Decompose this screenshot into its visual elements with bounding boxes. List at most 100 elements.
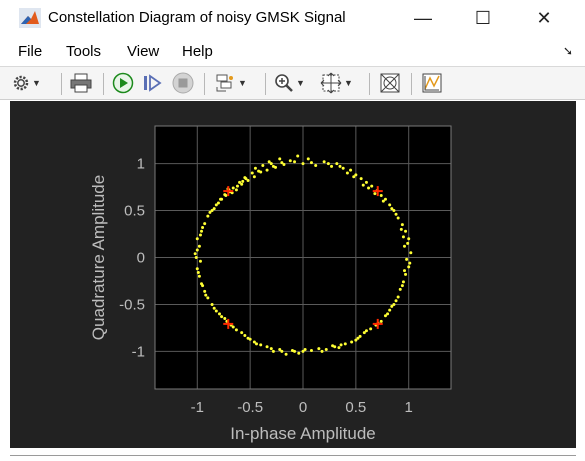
received-point xyxy=(358,334,362,338)
received-point xyxy=(196,271,200,275)
toolbar-separator xyxy=(103,73,104,95)
dropdown-arrow-icon: ▼ xyxy=(344,78,353,88)
received-point xyxy=(361,183,365,187)
measurements-button[interactable] xyxy=(379,72,401,94)
triggers-button[interactable] xyxy=(421,72,443,94)
received-point xyxy=(394,299,398,303)
received-point xyxy=(254,342,258,346)
received-point xyxy=(398,287,402,291)
received-point xyxy=(407,265,411,269)
received-point xyxy=(324,348,328,352)
received-point xyxy=(326,162,330,166)
scale-axes-button[interactable]: ▼ xyxy=(320,72,353,94)
received-point xyxy=(220,315,224,319)
received-point xyxy=(195,248,199,252)
received-point xyxy=(248,337,252,341)
received-point xyxy=(223,317,227,321)
received-point xyxy=(408,261,412,265)
dropdown-arrow-icon: ▼ xyxy=(32,78,41,88)
constellation-plot[interactable]: -1 -0.5 0 0.5 1 1 0.5 0 -0.5 -1 In-phase Amplitud… xyxy=(10,101,576,448)
received-point xyxy=(195,237,199,241)
received-point xyxy=(253,166,257,170)
received-point xyxy=(212,306,216,310)
print-button[interactable] xyxy=(70,72,92,94)
received-point xyxy=(407,237,411,241)
menu-view[interactable]: View xyxy=(127,43,159,60)
triggers-icon xyxy=(422,73,442,93)
maximize-button[interactable]: ☐ xyxy=(460,0,506,36)
received-point xyxy=(309,348,313,352)
received-point xyxy=(402,269,406,273)
received-point xyxy=(241,179,245,183)
received-point xyxy=(240,182,244,186)
received-point xyxy=(195,267,199,271)
received-point xyxy=(212,207,216,211)
matlab-app-icon xyxy=(19,8,41,28)
received-point xyxy=(265,345,269,349)
received-point xyxy=(399,227,403,231)
settings-button[interactable]: ▼ xyxy=(12,72,41,94)
received-point xyxy=(201,225,205,229)
received-point xyxy=(206,296,210,300)
zoom-in-button[interactable]: ▼ xyxy=(274,72,305,94)
menu-help[interactable]: Help xyxy=(182,43,213,60)
stop-icon xyxy=(172,72,194,94)
received-point xyxy=(314,163,318,167)
close-button[interactable]: ✕ xyxy=(521,0,567,36)
menu-tools[interactable]: Tools xyxy=(66,43,101,60)
toolbar-separator xyxy=(411,73,412,95)
received-point xyxy=(280,161,284,165)
received-point xyxy=(214,309,218,313)
received-point xyxy=(386,312,390,316)
stop-button[interactable] xyxy=(172,72,194,94)
received-point xyxy=(200,229,204,233)
received-point xyxy=(354,338,358,342)
received-point xyxy=(234,328,238,332)
received-point xyxy=(293,349,297,353)
received-point xyxy=(296,154,300,158)
received-point xyxy=(406,241,410,245)
received-point xyxy=(193,252,197,256)
menu-file[interactable]: File xyxy=(18,43,42,60)
dock-arrow-icon[interactable]: ➘ xyxy=(563,44,573,58)
received-point xyxy=(309,161,313,165)
received-point xyxy=(339,343,343,347)
received-point xyxy=(364,180,368,184)
dropdown-arrow-icon: ▼ xyxy=(238,78,247,88)
received-point xyxy=(335,162,339,166)
received-point xyxy=(396,295,400,299)
minimize-button[interactable]: — xyxy=(400,0,446,36)
highlight-button[interactable]: ▼ xyxy=(214,72,247,94)
received-point xyxy=(250,171,254,175)
gear-icon xyxy=(13,75,29,91)
received-point xyxy=(197,274,201,278)
received-point xyxy=(349,168,353,172)
received-point xyxy=(409,251,413,255)
received-point xyxy=(396,216,400,220)
received-point xyxy=(322,160,326,164)
received-point xyxy=(234,188,238,192)
step-forward-button[interactable] xyxy=(142,72,162,94)
received-point xyxy=(388,308,392,312)
received-point xyxy=(244,177,248,181)
received-point xyxy=(261,163,265,167)
received-point xyxy=(330,164,334,168)
received-point xyxy=(320,349,324,353)
received-point xyxy=(203,222,207,226)
received-point xyxy=(293,160,297,164)
y-tick-label: 1 xyxy=(137,156,145,173)
received-point xyxy=(381,199,385,203)
dropdown-arrow-icon: ▼ xyxy=(296,78,305,88)
received-point xyxy=(252,175,256,179)
received-point xyxy=(388,203,392,207)
run-button[interactable] xyxy=(112,72,134,94)
highlight-icon xyxy=(216,74,233,92)
received-point xyxy=(297,351,301,355)
received-point xyxy=(301,162,305,166)
menu-bar: File Tools View Help ➘ xyxy=(0,38,585,64)
received-point xyxy=(198,233,202,237)
received-point xyxy=(217,312,221,316)
received-point xyxy=(373,192,377,196)
received-point xyxy=(394,212,398,216)
y-tick-label: -0.5 xyxy=(119,296,145,313)
